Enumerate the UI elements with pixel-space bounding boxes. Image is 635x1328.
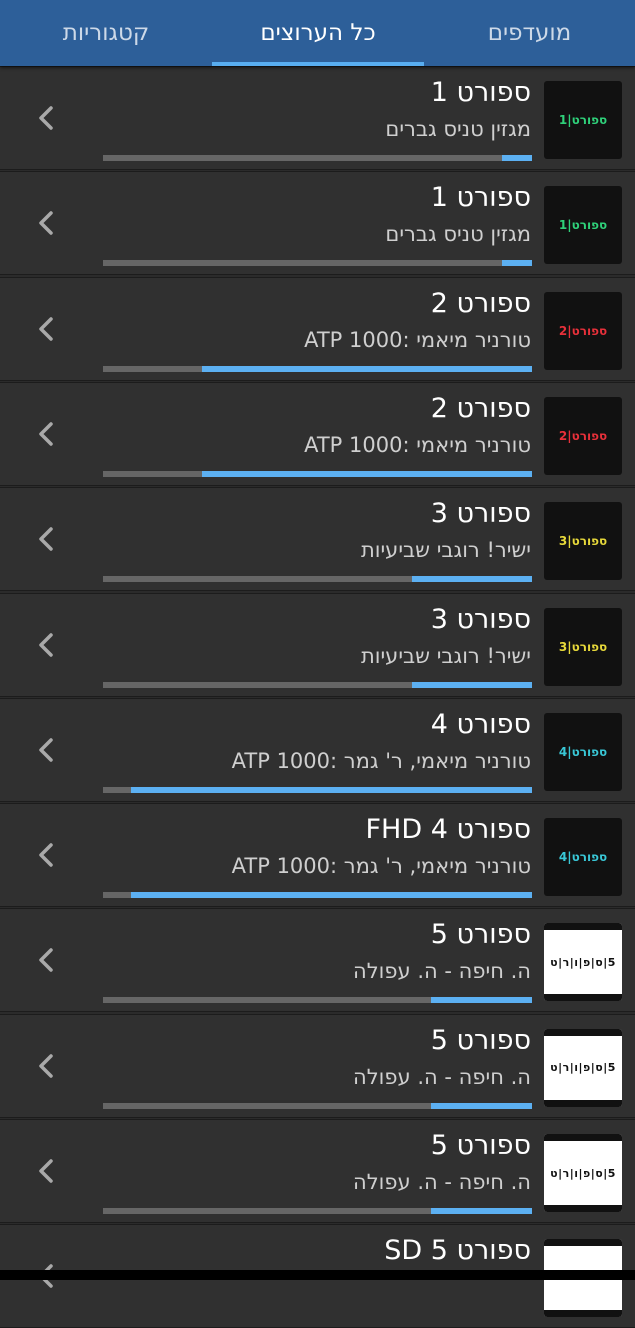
channel-row[interactable]: ספורט 2 טורניר מיאמי :ATP 1000 ספורט|2 (0, 276, 635, 381)
program-progress-bar (103, 681, 532, 688)
channel-logo: ספורט|1 (544, 81, 622, 159)
channel-row[interactable]: ספורט FHD 4 טורניר מיאמי, ר' גמר :ATP 100… (0, 803, 635, 908)
channel-title: ספורט 5 SD (384, 1235, 531, 1267)
channel-logo-text: ספורט|1 (558, 113, 608, 127)
program-progress-bar (103, 1208, 532, 1214)
channel-logo-text: ספורט|4 (558, 850, 608, 865)
channel-row[interactable]: ספורט 5 ה. חיפה - ה. עפולה 5|ס|פ|ו|ר|ט (0, 1013, 635, 1118)
channel-logo-text: 5|ס|פ|ו|ר|ט (550, 1166, 616, 1180)
program-progress-bar (103, 576, 532, 583)
chevron-left-icon[interactable] (33, 840, 59, 870)
channel-logo: ספורט|1 (544, 186, 622, 265)
program-progress-bar (103, 260, 532, 267)
channel-title: ספורט 1 (430, 182, 531, 214)
tab-all-channels[interactable]: כל הערוצים (212, 0, 424, 66)
channel-logo: 5|ס|פ|ו|ר|ט (544, 1028, 622, 1107)
channel-title: ספורט 2 (430, 392, 531, 424)
program-progress-bar (103, 1102, 532, 1109)
channel-logo-text: ספורט|3 (558, 639, 608, 654)
program-progress-bar (103, 470, 532, 477)
channel-logo-text: ספורט|2 (558, 428, 608, 443)
channel-row[interactable]: ספורט 3 ישיר! רוגבי שביעיות ספורט|3 (0, 592, 635, 697)
program-progress-bar (103, 892, 532, 899)
tab-favorites[interactable]: מועדפים (424, 0, 635, 66)
channel-row[interactable]: ספורט 1 מגזין טניס גברים ספורט|1 (0, 171, 635, 276)
chevron-left-icon[interactable] (33, 1051, 59, 1081)
chevron-left-icon[interactable] (33, 419, 59, 449)
program-progress-fill (501, 155, 532, 161)
chevron-left-icon[interactable] (33, 524, 59, 554)
program-progress-fill (431, 1102, 532, 1109)
channel-logo-text: 5|ס|פ|ו|ר|ט (550, 955, 616, 969)
program-title: מגזין טניס גברים (385, 117, 531, 141)
active-tab-indicator (212, 62, 424, 66)
tab-bar: קטגוריות כל הערוצים מועדפים (0, 0, 635, 66)
channel-logo: ספורט|2 (544, 396, 622, 475)
channel-logo: ספורט|3 (544, 607, 622, 686)
channel-row[interactable]: ספורט 5 ה. חיפה - ה. עפולה 5|ס|פ|ו|ר|ט (0, 1119, 635, 1223)
channel-logo-text: ספורט|3 (558, 534, 608, 549)
chevron-left-icon[interactable] (33, 1156, 59, 1186)
channel-title: ספורט 4 (430, 708, 531, 740)
program-progress-fill (431, 997, 532, 1004)
channel-logo-text: ספורט|4 (558, 744, 608, 759)
program-progress-fill (201, 365, 532, 372)
channel-logo: ספורט|4 (544, 712, 622, 791)
channel-title: ספורט 1 (430, 77, 531, 108)
channel-row[interactable]: ספורט 5 ה. חיפה - ה. עפולה 5|ס|פ|ו|ר|ט (0, 908, 635, 1013)
channel-row[interactable]: ספורט 3 ישיר! רוגבי שביעיות ספורט|3 (0, 487, 635, 592)
program-title: טורניר מיאמי :ATP 1000 (304, 327, 531, 352)
chevron-left-icon[interactable] (33, 208, 59, 238)
program-progress-fill (411, 681, 532, 688)
program-title: ה. חיפה - ה. עפולה (353, 1170, 531, 1194)
channel-logo-text: 5|ס|פ|ו|ר|ט (550, 1061, 616, 1075)
system-navigation-bar (0, 1270, 635, 1280)
program-progress-bar (103, 155, 532, 161)
channel-title: ספורט FHD 4 (365, 814, 531, 846)
program-progress-fill (431, 1208, 532, 1214)
program-title: ישיר! רוגבי שביעיות (360, 643, 531, 668)
channel-logo: 5|ס|פ|ו|ר|ט (544, 1134, 622, 1212)
channel-logo: 5|ס|פ|ו|ר|ט (544, 923, 622, 1002)
channel-title: ספורט 5 (430, 1024, 531, 1056)
program-title: טורניר מיאמי, ר' גמר :ATP 1000 (231, 748, 531, 773)
program-progress-bar (103, 997, 532, 1004)
program-title: ישיר! רוגבי שביעיות (360, 538, 531, 563)
program-progress-fill (130, 786, 532, 793)
chevron-left-icon[interactable] (33, 630, 59, 660)
tab-categories[interactable]: קטגוריות (0, 0, 212, 66)
channel-title: ספורט 2 (430, 287, 531, 319)
channel-row[interactable]: ספורט 4 טורניר מיאמי, ר' גמר :ATP 1000 ספו… (0, 697, 635, 802)
program-progress-fill (501, 260, 532, 267)
channel-logo: ספורט|2 (544, 291, 622, 370)
program-title: ה. חיפה - ה. עפולה (353, 959, 531, 984)
program-title: טורניר מיאמי :ATP 1000 (304, 432, 531, 457)
channel-title: ספורט 5 (430, 919, 531, 951)
program-title: ה. חיפה - ה. עפולה (353, 1064, 531, 1089)
program-progress-fill (411, 576, 532, 583)
program-title: מגזין טניס גברים (385, 222, 531, 247)
channel-row[interactable]: ספורט 1 מגזין טניס גברים ספורט|1 (0, 66, 635, 170)
channel-title: ספורט 5 (430, 1130, 531, 1161)
chevron-left-icon[interactable] (33, 945, 59, 975)
program-progress-fill (130, 892, 532, 899)
program-title: טורניר מיאמי, ר' גמר :ATP 1000 (231, 854, 531, 879)
chevron-left-icon[interactable] (33, 735, 59, 765)
chevron-left-icon[interactable] (33, 103, 59, 133)
channel-logo: ספורט|3 (544, 502, 622, 581)
chevron-left-icon[interactable] (33, 314, 59, 344)
channel-logo: ספורט|4 (544, 818, 622, 897)
channel-logo-text: ספורט|1 (558, 218, 608, 233)
channel-title: ספורט 3 (430, 498, 531, 530)
program-progress-bar (103, 786, 532, 793)
program-progress-bar (103, 365, 532, 372)
channel-logo-text: ספורט|2 (558, 323, 608, 338)
channel-title: ספורט 3 (430, 603, 531, 635)
channel-row[interactable]: ספורט 2 טורניר מיאמי :ATP 1000 ספורט|2 (0, 381, 635, 486)
program-progress-fill (201, 470, 532, 477)
